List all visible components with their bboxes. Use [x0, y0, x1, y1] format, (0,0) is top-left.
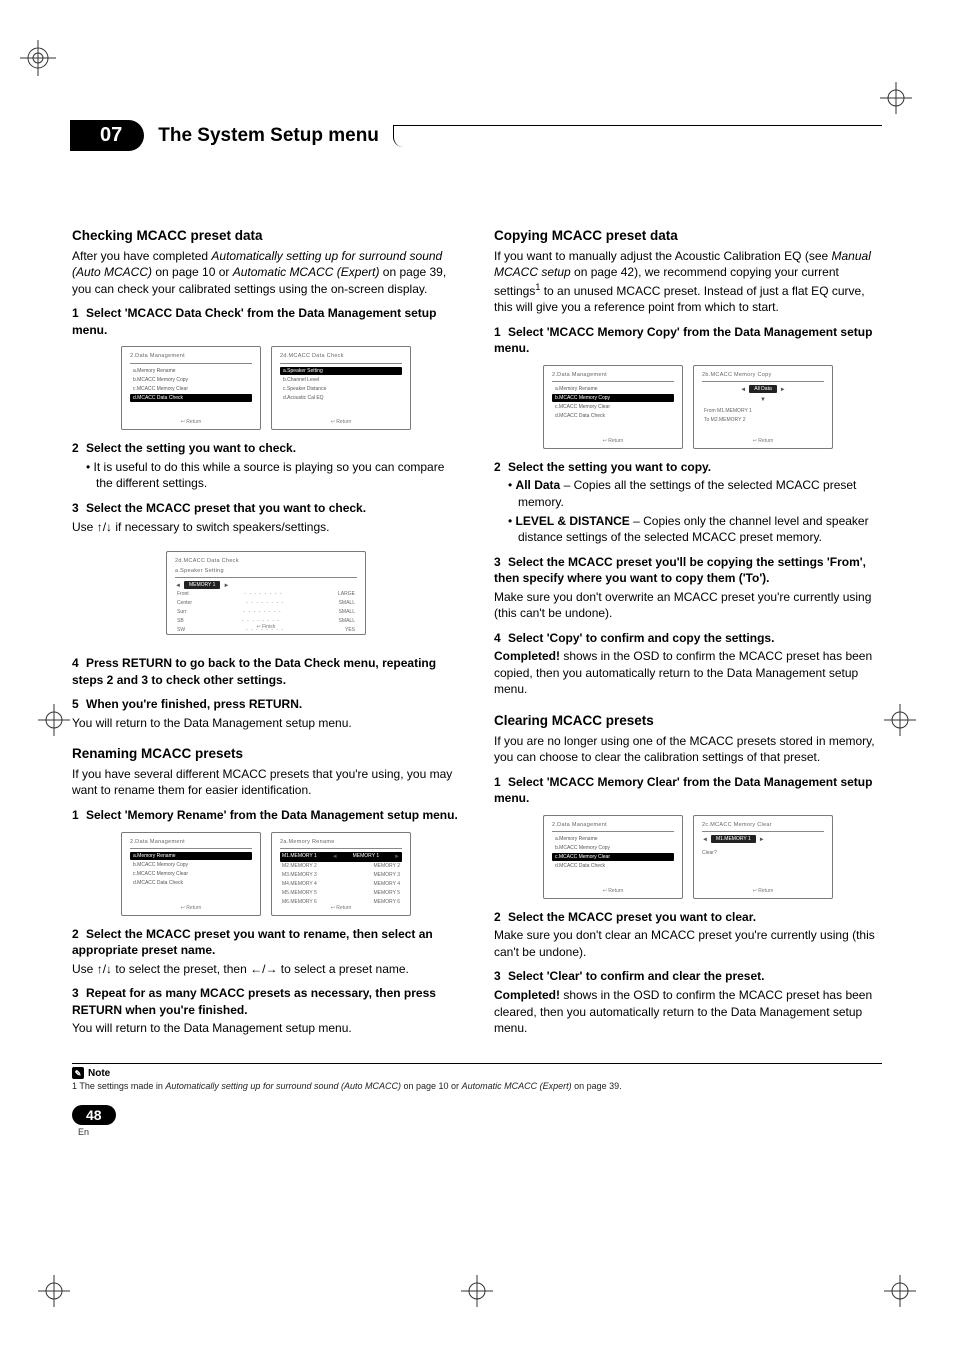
registration-mark-icon: [880, 1271, 920, 1311]
body-text: If you want to manually adjust the Acous…: [494, 248, 882, 316]
step-3: 3Select the MCACC preset that you want t…: [72, 500, 460, 517]
osd-memory-copy: 2b.MCACC Memory Copy ◄All Data► ▼ From M…: [693, 365, 833, 449]
registration-mark-icon: [876, 78, 916, 118]
step-4: 4Select 'Copy' to confirm and copy the s…: [494, 630, 882, 647]
section-title-clearing: Clearing MCACC presets: [494, 712, 882, 731]
body-text: You will return to the Data Management s…: [72, 1020, 460, 1037]
body-text: Make sure you don't clear an MCACC prese…: [494, 927, 882, 960]
step-1: 1Select 'Memory Rename' from the Data Ma…: [72, 807, 460, 824]
section-title-copying: Copying MCACC preset data: [494, 227, 882, 246]
registration-mark-icon: [34, 700, 74, 740]
footnote-text: 1 The settings made in Automatically set…: [72, 1081, 882, 1091]
step-2: 2Select the MCACC preset you want to cle…: [494, 909, 882, 926]
left-column: Checking MCACC preset data After you hav…: [72, 213, 460, 1041]
body-text: Make sure you don't overwrite an MCACC p…: [494, 589, 882, 622]
body-text: Use ↑/↓ if necessary to switch speakers/…: [72, 519, 460, 536]
bullet: All Data – Copies all the settings of th…: [508, 477, 882, 510]
step-2: 2Select the MCACC preset you want to ren…: [72, 926, 460, 959]
registration-mark-icon: [457, 1271, 497, 1311]
step-5: 5When you're finished, press RETURN.: [72, 696, 460, 713]
body-text: You will return to the Data Management s…: [72, 715, 460, 732]
osd-data-management: 2.Data Management a.Memory Rename b.MCAC…: [543, 815, 683, 899]
body-text: If you are no longer using one of the MC…: [494, 733, 882, 766]
note-icon: ✎: [72, 1067, 84, 1079]
step-3: 3Select 'Clear' to confirm and clear the…: [494, 968, 882, 985]
step-3: 3Select the MCACC preset you'll be copyi…: [494, 554, 882, 587]
osd-data-management: 2.Data Management a.Memory Rename b.MCAC…: [121, 346, 261, 430]
body-text: If you have several different MCACC pres…: [72, 766, 460, 799]
registration-mark-icon: [34, 1271, 74, 1311]
footnote-block: ✎Note 1 The settings made in Automatical…: [72, 1063, 882, 1092]
body-text: After you have completed Automatically s…: [72, 248, 460, 298]
note-badge: ✎Note: [72, 1067, 116, 1079]
osd-data-management: 2.Data Management a.Memory Rename b.MCAC…: [121, 832, 261, 916]
step-1: 1Select 'MCACC Data Check' from the Data…: [72, 305, 460, 338]
step-1: 1Select 'MCACC Memory Clear' from the Da…: [494, 774, 882, 807]
osd-memory-clear: 2c.MCACC Memory Clear ◄M1.MEMORY 1► Clea…: [693, 815, 833, 899]
osd-data-management: 2.Data Management a.Memory Rename b.MCAC…: [543, 365, 683, 449]
registration-mark-icon: [18, 38, 58, 78]
leftright-arrow-icon: ←/→: [250, 962, 277, 976]
step-2: 2Select the setting you want to copy.: [494, 459, 882, 476]
step-4: 4Press RETURN to go back to the Data Che…: [72, 655, 460, 688]
chapter-header: 07 The System Setup menu: [72, 120, 882, 151]
step-1: 1Select 'MCACC Memory Copy' from the Dat…: [494, 324, 882, 357]
updown-arrow-icon: ↑/↓: [97, 962, 112, 976]
section-title-renaming: Renaming MCACC presets: [72, 745, 460, 764]
osd-data-check: 2d.MCACC Data Check a.Speaker Setting b.…: [271, 346, 411, 430]
section-title-checking: Checking MCACC preset data: [72, 227, 460, 246]
page-number: 48: [72, 1105, 116, 1125]
bullet: LEVEL & DISTANCE – Copies only the chann…: [508, 513, 882, 546]
osd-speaker-setting: 2d.MCACC Data Check a.Speaker Setting ◄M…: [166, 551, 366, 635]
step-2: 2Select the setting you want to check.: [72, 440, 460, 457]
bullet: It is useful to do this while a source i…: [86, 459, 460, 492]
chapter-title: The System Setup menu: [158, 125, 379, 147]
step-3: 3Repeat for as many MCACC presets as nec…: [72, 985, 460, 1018]
chapter-number-badge: 07: [70, 120, 144, 151]
right-column: Copying MCACC preset data If you want to…: [494, 213, 882, 1041]
body-text: Use ↑/↓ to select the preset, then ←/→ t…: [72, 961, 460, 978]
registration-mark-icon: [880, 700, 920, 740]
body-text: Completed! shows in the OSD to confirm t…: [494, 987, 882, 1037]
osd-memory-rename: 2a.Memory Rename M1.MEMORY 1◄MEMORY 1► M…: [271, 832, 411, 916]
language-label: En: [78, 1127, 882, 1137]
body-text: Completed! shows in the OSD to confirm t…: [494, 648, 882, 698]
updown-arrow-icon: ↑/↓: [97, 520, 112, 534]
